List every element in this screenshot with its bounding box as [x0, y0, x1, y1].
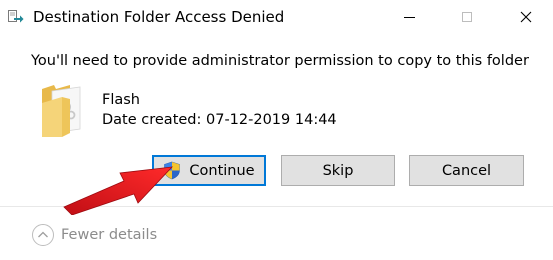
maximize-icon [462, 12, 472, 22]
chevron-up-icon [32, 224, 54, 246]
cancel-button[interactable]: Cancel [409, 155, 524, 186]
continue-label: Continue [189, 162, 255, 179]
title-bar[interactable]: Destination Folder Access Denied [0, 0, 553, 34]
item-date-created: Date created: 07-12-2019 14:44 [102, 112, 337, 128]
window-title: Destination Folder Access Denied [33, 8, 285, 26]
red-arrow-annotation-icon [63, 166, 174, 215]
move-file-icon [8, 10, 24, 23]
maximize-button[interactable] [444, 0, 490, 34]
close-icon [520, 11, 532, 23]
minimize-button[interactable] [386, 0, 432, 34]
permission-message: You'll need to provide administrator per… [31, 53, 529, 69]
close-button[interactable] [503, 0, 549, 34]
item-name: Flash [102, 92, 140, 108]
fewer-details-label: Fewer details [61, 227, 158, 243]
minimize-icon [403, 16, 415, 18]
skip-button[interactable]: Skip [281, 155, 395, 186]
cancel-label: Cancel [441, 162, 492, 179]
dialog-window: Destination Folder Access Denied You'll … [0, 0, 553, 260]
fewer-details-toggle[interactable]: Fewer details [31, 222, 157, 248]
skip-label: Skip [322, 162, 354, 179]
folder-icon [42, 85, 81, 137]
